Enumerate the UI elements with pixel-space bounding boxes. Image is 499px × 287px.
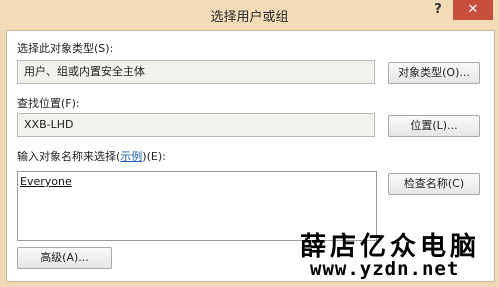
title-bar: 选择用户或组 ? ✕ [0,0,499,30]
object-type-label: 选择此对象类型(S): [17,42,114,55]
location-label: 查找位置(F): [17,97,80,110]
watermark-url: www.yzdn.net [310,258,460,280]
examples-link[interactable]: 示例 [120,150,142,163]
locations-button[interactable]: 位置(L)... [388,115,480,137]
location-field: XXB-LHD [17,113,375,137]
entered-name[interactable]: Everyone [20,175,72,188]
object-type-field: 用户、组或内置安全主体 [17,60,375,84]
close-button[interactable]: ✕ [453,0,493,20]
object-types-button[interactable]: 对象类型(O)... [388,62,480,84]
dialog-title: 选择用户或组 [210,10,289,25]
object-names-label-text: 输入对象名称来选择( [17,150,121,163]
object-names-label-suffix: )(E): [142,150,166,163]
object-names-label: 输入对象名称来选择(示例)(E): [17,148,166,164]
help-icon[interactable]: ? [431,2,445,18]
advanced-button[interactable]: 高级(A)... [17,247,112,269]
check-names-button[interactable]: 检查名称(C) [388,173,480,195]
